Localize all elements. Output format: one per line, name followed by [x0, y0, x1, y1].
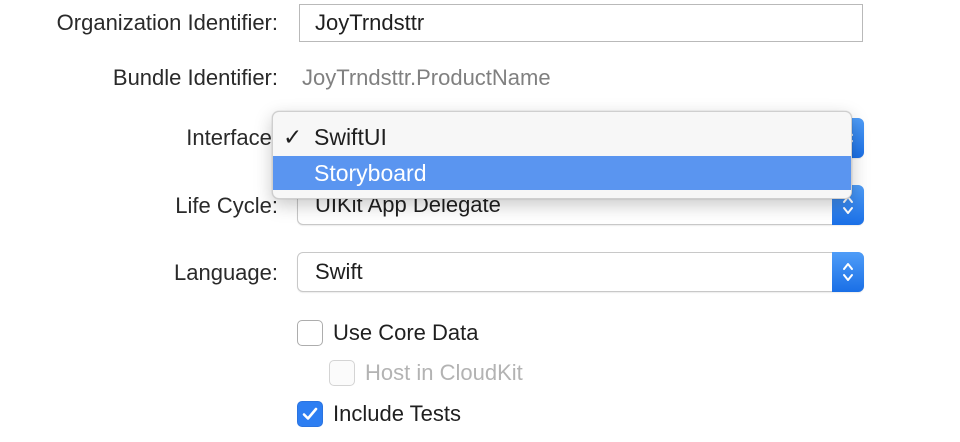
life-cycle-label: Life Cycle:	[175, 193, 278, 218]
use-core-data-label: Use Core Data	[333, 320, 479, 345]
organization-identifier-label: Organization Identifier:	[56, 10, 278, 35]
menu-item-swiftui[interactable]: ✓ SwiftUI	[273, 120, 851, 154]
use-core-data-row[interactable]: Use Core Data	[297, 320, 479, 346]
host-in-cloudkit-row: Host in CloudKit	[329, 360, 523, 386]
interface-label: Interface:	[186, 125, 278, 150]
project-options-form: Organization Identifier: Bundle Identifi…	[0, 0, 960, 442]
language-label: Language:	[174, 260, 278, 285]
host-in-cloudkit-checkbox	[329, 360, 355, 386]
menu-item-storyboard[interactable]: Storyboard	[273, 156, 851, 190]
language-value: Swift	[315, 259, 363, 284]
checkmark-icon: ✓	[283, 124, 303, 150]
host-in-cloudkit-label: Host in CloudKit	[365, 360, 523, 385]
bundle-identifier-value: JoyTrndsttr.ProductName	[302, 65, 551, 90]
use-core-data-checkbox[interactable]	[297, 320, 323, 346]
menu-item-label: Storyboard	[314, 160, 427, 186]
checkmark-icon	[302, 407, 318, 420]
menu-item-label: SwiftUI	[314, 124, 387, 150]
include-tests-label: Include Tests	[333, 401, 462, 426]
include-tests-checkbox[interactable]	[297, 401, 323, 427]
include-tests-row[interactable]: Include Tests	[297, 401, 461, 427]
bundle-identifier-label: Bundle Identifier:	[112, 65, 278, 90]
organization-identifier-field[interactable]	[299, 4, 863, 42]
interface-menu: ✓ SwiftUI Storyboard	[272, 111, 852, 199]
language-popup[interactable]: Swift	[297, 252, 864, 292]
chevron-up-down-icon[interactable]	[832, 252, 864, 292]
